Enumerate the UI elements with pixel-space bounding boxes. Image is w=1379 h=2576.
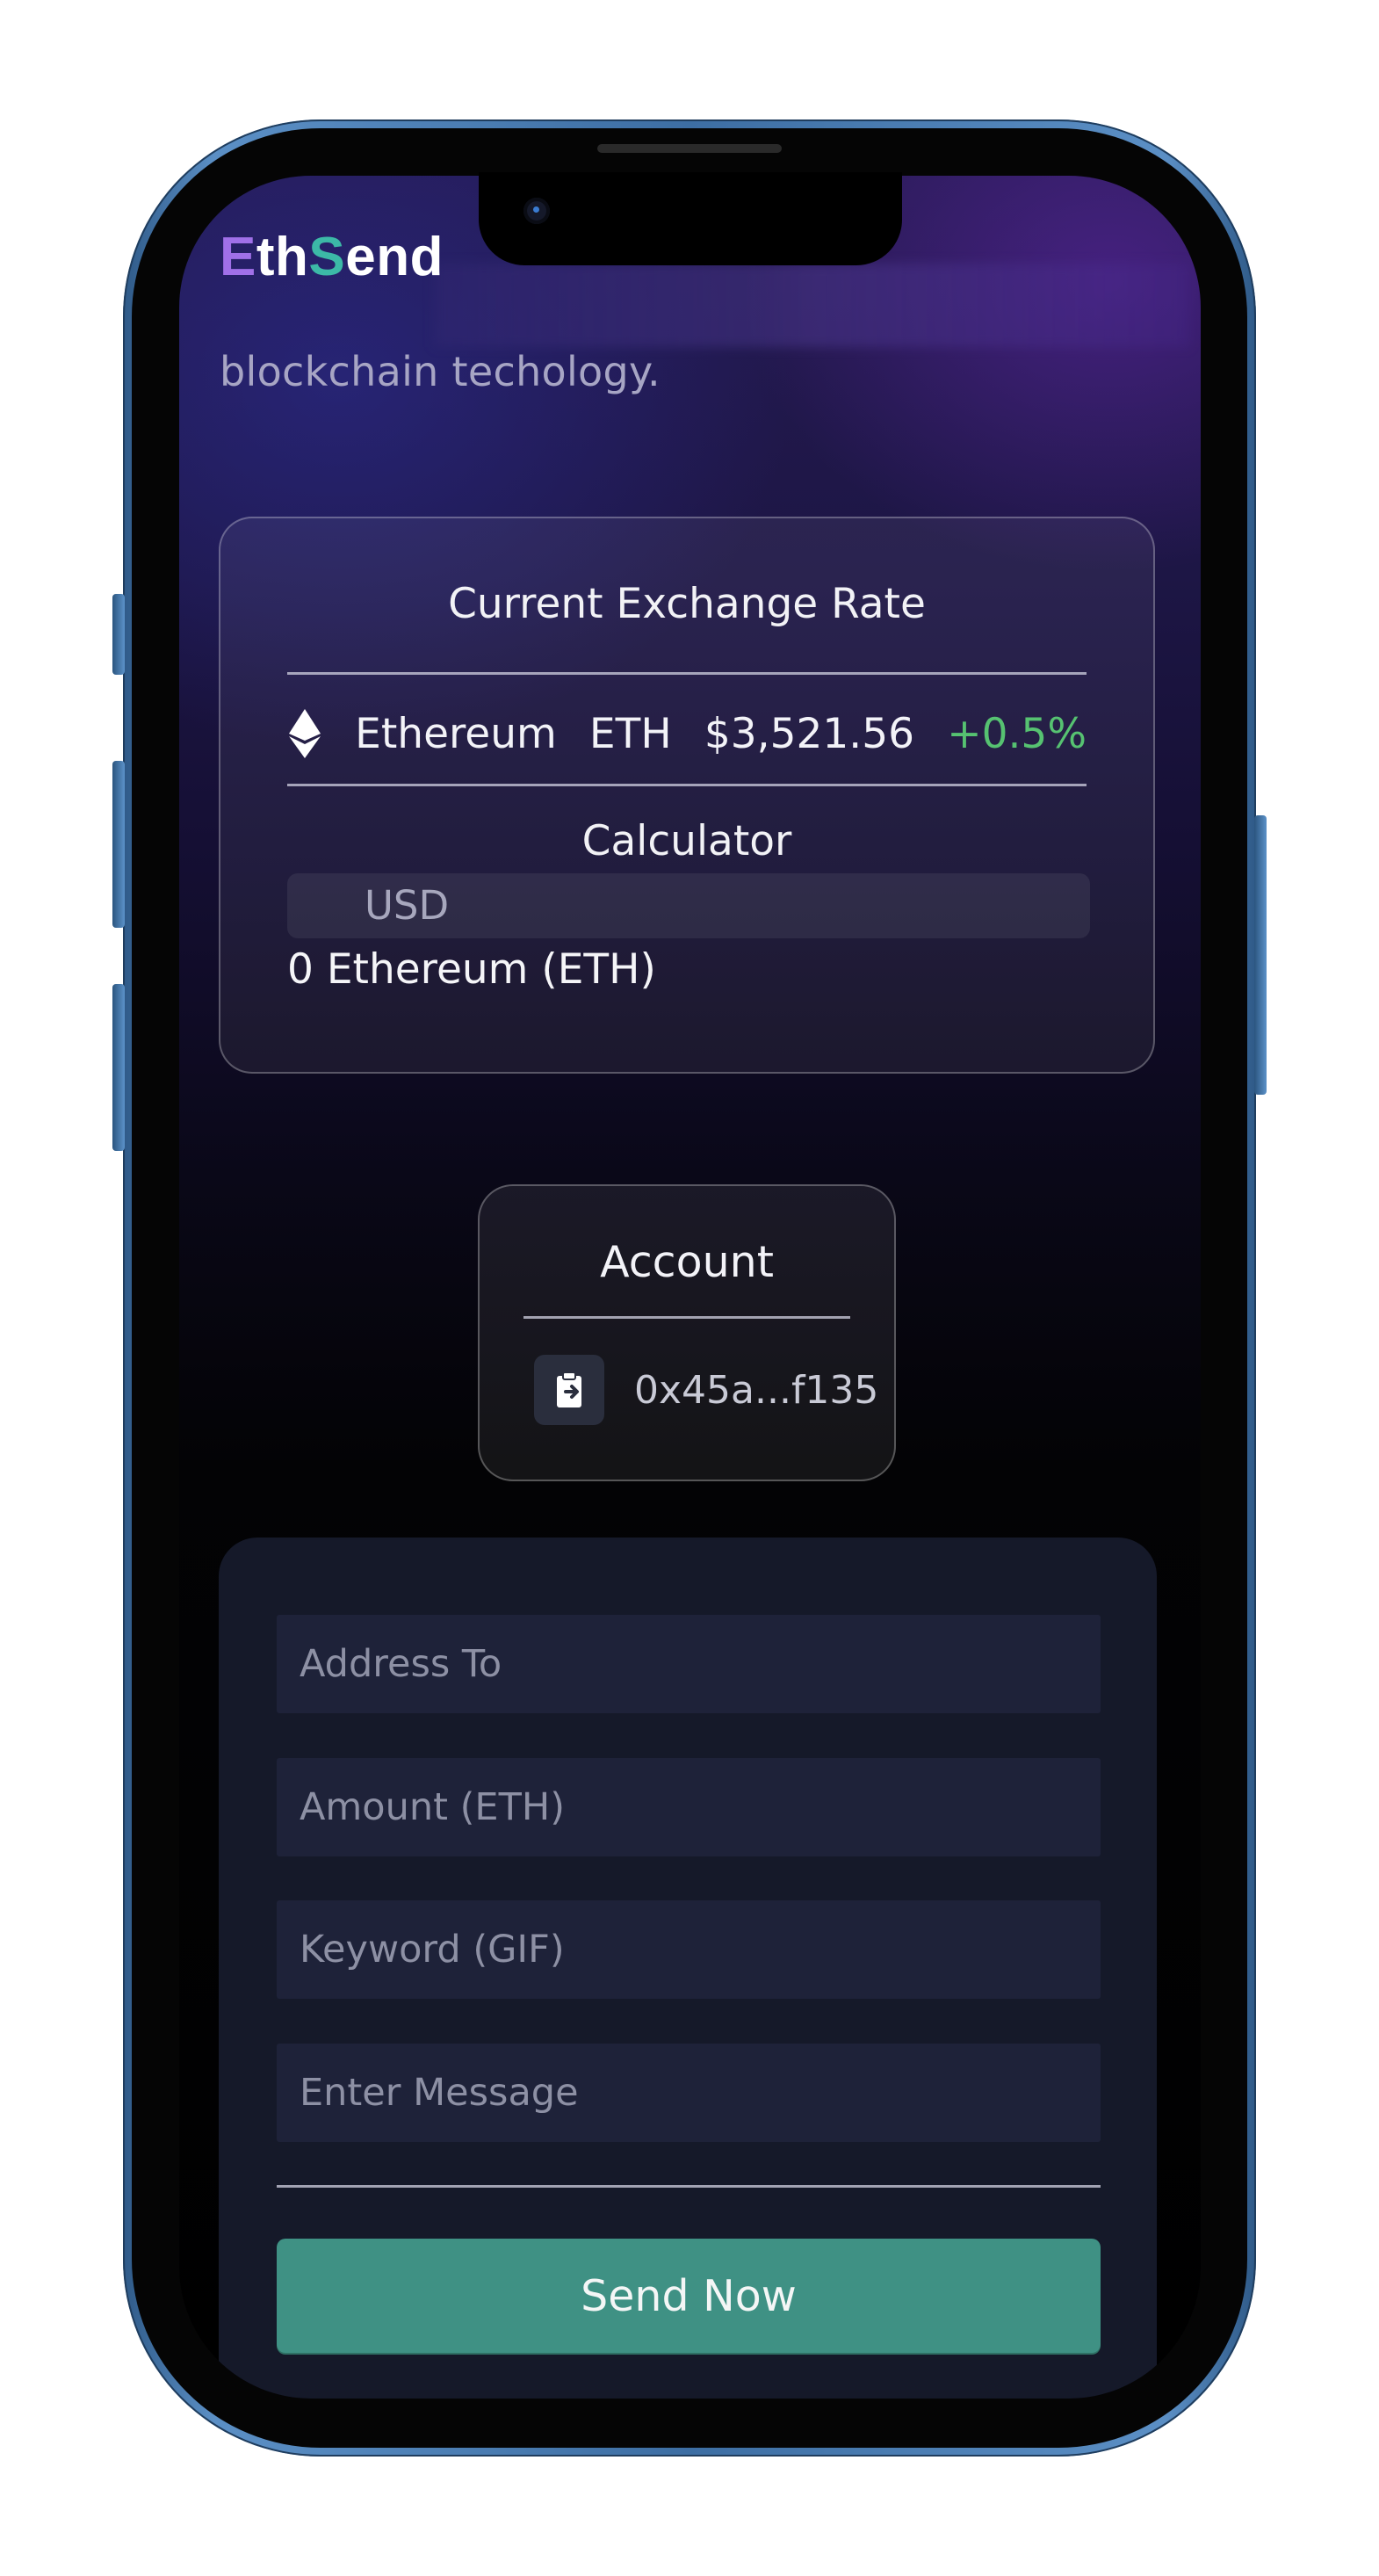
exchange-rate-card: Current Exchange Rate Ethereum ETH $3,52…: [219, 517, 1155, 1074]
volume-up-button: [112, 761, 125, 928]
amount-eth-input[interactable]: [277, 1758, 1101, 1856]
exchange-divider-bottom: [287, 784, 1087, 786]
hero-tagline: blockchain techology.: [220, 348, 661, 395]
calculator-title: Calculator: [581, 817, 792, 865]
logo-letters-th: th: [256, 227, 309, 287]
navbar-blur: [434, 264, 1189, 347]
coin-price: $3,521.56: [704, 709, 915, 758]
account-divider: [523, 1316, 850, 1319]
wallet-address: 0x45a...f135: [634, 1367, 879, 1413]
app-logo[interactable]: EthSend: [220, 230, 444, 285]
price-change-badge: +0.5%: [947, 709, 1087, 758]
speaker-slot: [597, 144, 782, 153]
send-form-card: Send Now: [219, 1538, 1157, 2399]
form-divider: [277, 2185, 1101, 2188]
exchange-rate-row: Ethereum ETH $3,521.56 +0.5%: [287, 694, 1087, 773]
copy-address-button[interactable]: [534, 1355, 604, 1425]
keyword-gif-input[interactable]: [277, 1900, 1101, 1999]
exchange-rate-title: Current Exchange Rate: [448, 580, 926, 628]
action-button: [112, 594, 125, 675]
logo-letters-end: end: [345, 227, 444, 287]
ethereum-icon: [289, 709, 321, 758]
account-address-row: 0x45a...f135: [534, 1355, 878, 1425]
address-to-input[interactable]: [277, 1615, 1101, 1713]
send-now-button[interactable]: Send Now: [277, 2239, 1101, 2353]
usd-amount-input[interactable]: USD: [287, 873, 1090, 938]
message-input[interactable]: [277, 2044, 1101, 2142]
account-title: Account: [600, 1237, 774, 1287]
front-camera-icon: [523, 198, 550, 224]
clipboard-copy-icon: [557, 1371, 581, 1407]
calculator-result: 0 Ethereum (ETH): [287, 945, 656, 994]
logo-letter-s: S: [308, 227, 346, 287]
coin-name: Ethereum: [355, 709, 557, 758]
account-card: Account 0x45a...f135: [478, 1184, 896, 1481]
power-button: [1254, 815, 1267, 1095]
exchange-divider-top: [287, 672, 1087, 675]
volume-down-button: [112, 984, 125, 1151]
phone-screen: EthSend blockchain techology. Current Ex…: [179, 176, 1201, 2399]
coin-symbol: ETH: [588, 709, 672, 758]
logo-letter-e: E: [220, 227, 256, 287]
